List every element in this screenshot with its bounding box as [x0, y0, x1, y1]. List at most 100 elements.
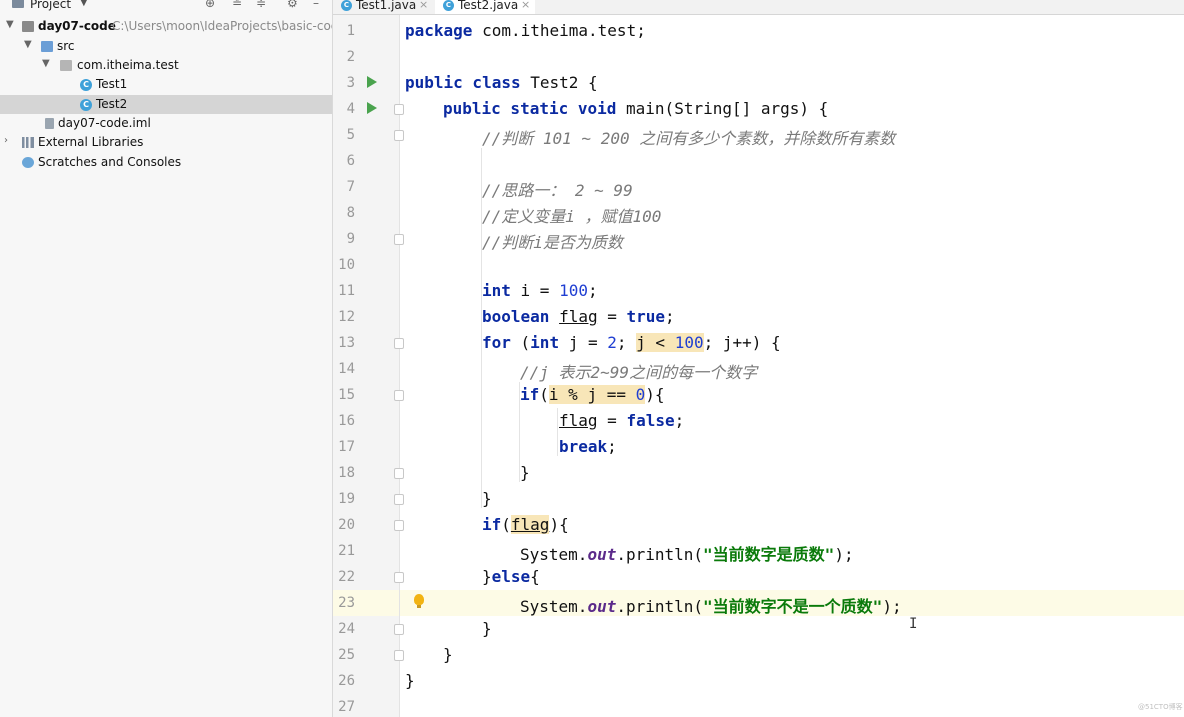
- code-line-7[interactable]: 7 //思路一： 2 ~ 99: [333, 174, 1184, 200]
- fold-icon[interactable]: [394, 468, 404, 479]
- close-icon[interactable]: ×: [521, 0, 530, 11]
- project-header-label[interactable]: Project: [30, 0, 71, 11]
- line-number: 15: [338, 387, 355, 403]
- project-view-icon: [12, 0, 24, 8]
- run-icon[interactable]: [367, 76, 377, 88]
- line-number: 11: [338, 283, 355, 299]
- code-line-22[interactable]: 22 }else{: [333, 564, 1184, 590]
- locate-icon[interactable]: ⊕: [205, 0, 215, 10]
- tab-test1[interactable]: C Test1.java ×: [333, 0, 431, 14]
- close-icon[interactable]: ×: [419, 0, 428, 11]
- code-line-18[interactable]: 18 }: [333, 460, 1184, 486]
- fold-icon[interactable]: [394, 390, 404, 401]
- library-icon: [22, 137, 34, 148]
- code-line-19[interactable]: 19 }: [333, 486, 1184, 512]
- code-line-26[interactable]: 26 }: [333, 668, 1184, 694]
- tree-item-test1[interactable]: C Test1: [0, 75, 332, 94]
- code-line-25[interactable]: 25 }: [333, 642, 1184, 668]
- chevron-down-icon[interactable]: ▼: [80, 0, 88, 8]
- code-text: if(i % j == 0){: [520, 385, 665, 404]
- line-number: 5: [346, 127, 355, 143]
- line-number: 18: [338, 465, 355, 481]
- source-folder-icon: [41, 41, 53, 52]
- tab-test2[interactable]: C Test2.java ×: [435, 0, 535, 14]
- tree-item-label: day07-code: [38, 19, 116, 33]
- code-text: public static void main(String[] args) {: [443, 99, 829, 118]
- code-text: for (int j = 2; j < 100; j++) {: [482, 333, 781, 352]
- line-number: 25: [338, 647, 355, 663]
- fold-icon[interactable]: [394, 520, 404, 531]
- chevron-down-icon[interactable]: ▼: [6, 19, 14, 30]
- comment: //j 表示2~99之间的每一个数字: [520, 363, 758, 382]
- line-number: 9: [346, 231, 355, 247]
- code-line-5[interactable]: 5 //判断 101 ~ 200 之间有多少个素数，并除数所有素数: [333, 122, 1184, 148]
- fold-icon[interactable]: [394, 130, 404, 141]
- line-number: 21: [338, 543, 355, 559]
- gear-icon[interactable]: ⚙: [287, 0, 298, 10]
- code-line-23-current[interactable]: 23 System.out.println("当前数字不是一个质数");: [333, 590, 1184, 616]
- code-line-9[interactable]: 9 //判断i是否为质数: [333, 226, 1184, 252]
- tree-item-iml[interactable]: day07-code.iml: [0, 114, 332, 133]
- expand-icon[interactable]: ≑: [256, 0, 266, 10]
- editor-tab-bar: C Test1.java × C Test2.java ×: [333, 0, 1184, 15]
- code-text: }: [482, 489, 492, 508]
- fold-icon[interactable]: [394, 234, 404, 245]
- fold-icon[interactable]: [394, 338, 404, 349]
- tab-label: Test2.java: [458, 0, 519, 12]
- fold-icon[interactable]: [394, 572, 404, 583]
- line-number: 22: [338, 569, 355, 585]
- code-line-20[interactable]: 20 if(flag){: [333, 512, 1184, 538]
- fold-icon[interactable]: [394, 104, 404, 115]
- tree-item-external-libraries[interactable]: › External Libraries: [0, 133, 332, 152]
- code-text: System.out.println("当前数字是质数");: [520, 545, 854, 564]
- run-icon[interactable]: [367, 102, 377, 114]
- line-number: 12: [338, 309, 355, 325]
- code-line-14[interactable]: 14 //j 表示2~99之间的每一个数字: [333, 356, 1184, 382]
- lightbulb-icon[interactable]: [414, 594, 424, 608]
- text-cursor-icon: I: [909, 616, 918, 632]
- tab-label: Test1.java: [356, 0, 417, 12]
- code-line-21[interactable]: 21 System.out.println("当前数字是质数");: [333, 538, 1184, 564]
- hide-icon[interactable]: –: [313, 0, 319, 10]
- code-line-4[interactable]: 4 public static void main(String[] args)…: [333, 96, 1184, 122]
- comment: //定义变量i ，赋值100: [482, 207, 662, 226]
- line-number: 8: [346, 205, 355, 221]
- comment: //思路一： 2 ~ 99: [482, 181, 633, 200]
- chevron-right-icon[interactable]: ›: [4, 135, 8, 146]
- code-line-1[interactable]: 1 package com.itheima.test;: [333, 18, 1184, 44]
- code-line-2[interactable]: 2: [333, 44, 1184, 70]
- code-line-27[interactable]: 27: [333, 694, 1184, 717]
- code-line-6[interactable]: 6: [333, 148, 1184, 174]
- watermark: @51CTO博客: [1138, 703, 1183, 711]
- project-header[interactable]: Project ▼ ⊕ ≛ ≑ ⚙ –: [0, 0, 332, 16]
- fold-icon[interactable]: [394, 624, 404, 635]
- code-line-17[interactable]: 17 break;: [333, 434, 1184, 460]
- collapse-all-icon[interactable]: ≛: [232, 0, 242, 10]
- module-file-icon: [45, 118, 54, 129]
- tree-item-test2[interactable]: C Test2: [0, 95, 332, 114]
- chevron-down-icon[interactable]: ▼: [42, 58, 50, 69]
- code-line-16[interactable]: 16 flag = false;: [333, 408, 1184, 434]
- tree-item-package[interactable]: ▼ com.itheima.test: [0, 56, 332, 75]
- tree-item-project-root[interactable]: ▼ day07-code C:\Users\moon\IdeaProjects\…: [0, 17, 332, 36]
- code-line-10[interactable]: 10: [333, 252, 1184, 278]
- code-text: }: [520, 463, 530, 482]
- code-line-24[interactable]: 24 }: [333, 616, 1184, 642]
- fold-icon[interactable]: [394, 650, 404, 661]
- line-number: 17: [338, 439, 355, 455]
- fold-icon[interactable]: [394, 494, 404, 505]
- code-line-12[interactable]: 12 boolean flag = true;: [333, 304, 1184, 330]
- code-line-3[interactable]: 3 public class Test2 {: [333, 70, 1184, 96]
- chevron-down-icon[interactable]: ▼: [24, 39, 32, 50]
- code-line-15[interactable]: 15 if(i % j == 0){: [333, 382, 1184, 408]
- code-line-11[interactable]: 11 int i = 100;: [333, 278, 1184, 304]
- code-text: }: [405, 671, 415, 690]
- line-number: 27: [338, 699, 355, 715]
- tree-item-label: com.itheima.test: [77, 58, 179, 72]
- code-line-13[interactable]: 13 for (int j = 2; j < 100; j++) {: [333, 330, 1184, 356]
- comment: //判断i是否为质数: [482, 233, 623, 252]
- line-number: 3: [346, 75, 355, 91]
- code-line-8[interactable]: 8 //定义变量i ，赋值100: [333, 200, 1184, 226]
- tree-item-scratches[interactable]: Scratches and Consoles: [0, 153, 332, 172]
- tree-item-src[interactable]: ▼ src: [0, 37, 332, 56]
